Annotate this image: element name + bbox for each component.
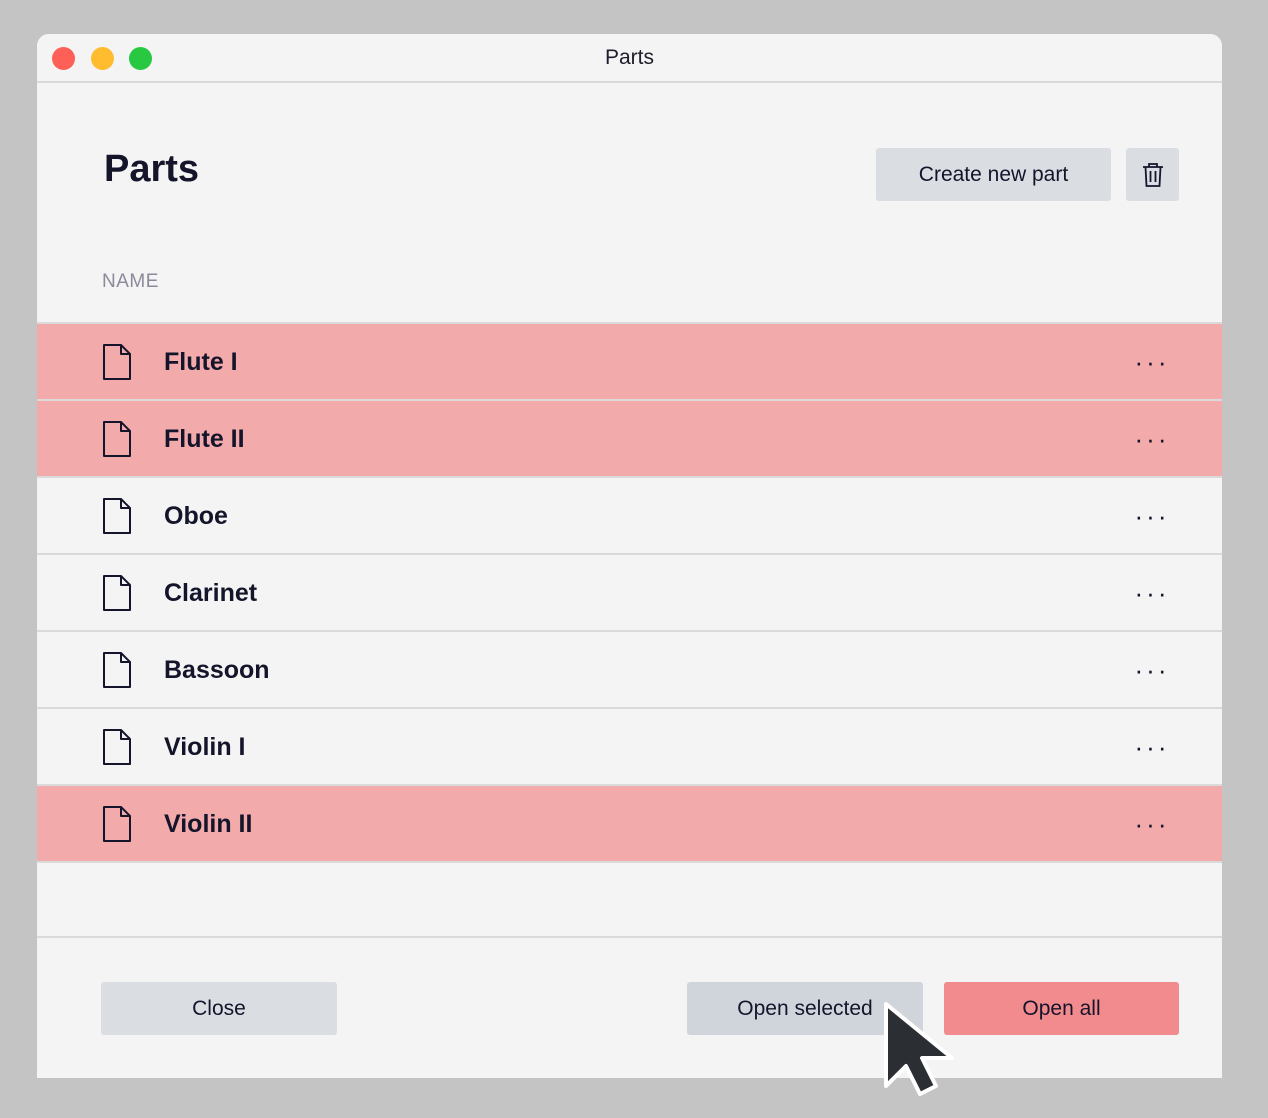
- file-icon: [103, 652, 131, 688]
- file-icon: [103, 344, 131, 380]
- list-item-label: Bassoon: [164, 656, 270, 684]
- file-icon: [103, 421, 131, 457]
- window-title: Parts: [604, 46, 654, 69]
- list-item[interactable]: Oboe ···: [37, 478, 1222, 555]
- column-header-name: NAME: [102, 271, 159, 292]
- open-all-button[interactable]: Open all: [944, 982, 1179, 1035]
- list-item[interactable]: Clarinet ···: [37, 555, 1222, 632]
- file-icon: [103, 498, 131, 534]
- close-button[interactable]: Close: [101, 982, 337, 1035]
- delete-button[interactable]: [1126, 148, 1179, 201]
- more-options-icon[interactable]: ···: [1132, 727, 1172, 767]
- more-options-icon[interactable]: ···: [1132, 804, 1172, 844]
- trash-icon: [1142, 162, 1163, 187]
- list-item[interactable]: Bassoon ···: [37, 632, 1222, 709]
- list-item[interactable]: Violin II ···: [37, 786, 1222, 863]
- mouse-cursor-icon: [884, 1002, 954, 1096]
- title-bar: Parts: [37, 34, 1222, 83]
- more-options-icon[interactable]: ···: [1132, 573, 1172, 613]
- list-item[interactable]: Flute I ···: [37, 324, 1222, 401]
- list-item-label: Flute I: [164, 348, 238, 376]
- list-item-label: Oboe: [164, 502, 228, 530]
- page-title: Parts: [104, 148, 200, 190]
- create-new-part-button[interactable]: Create new part: [876, 148, 1111, 201]
- file-icon: [103, 729, 131, 765]
- more-options-icon[interactable]: ···: [1132, 419, 1172, 459]
- more-options-icon[interactable]: ···: [1132, 496, 1172, 536]
- list-item[interactable]: Flute II ···: [37, 401, 1222, 478]
- more-options-icon[interactable]: ···: [1132, 650, 1172, 690]
- list-item[interactable]: Violin I ···: [37, 709, 1222, 786]
- file-icon: [103, 806, 131, 842]
- parts-window: Parts Parts Create new part NAME Flute I…: [37, 34, 1222, 1078]
- more-options-icon[interactable]: ···: [1132, 342, 1172, 382]
- file-icon: [103, 575, 131, 611]
- list-item-label: Violin I: [164, 733, 246, 761]
- list-item-label: Flute II: [164, 425, 245, 453]
- parts-list: Flute I ··· Flute II ··· Oboe ··· Clarinet ··· B…: [37, 322, 1222, 863]
- footer-divider: [37, 936, 1222, 938]
- list-item-label: Clarinet: [164, 579, 258, 607]
- list-item-label: Violin II: [164, 810, 253, 838]
